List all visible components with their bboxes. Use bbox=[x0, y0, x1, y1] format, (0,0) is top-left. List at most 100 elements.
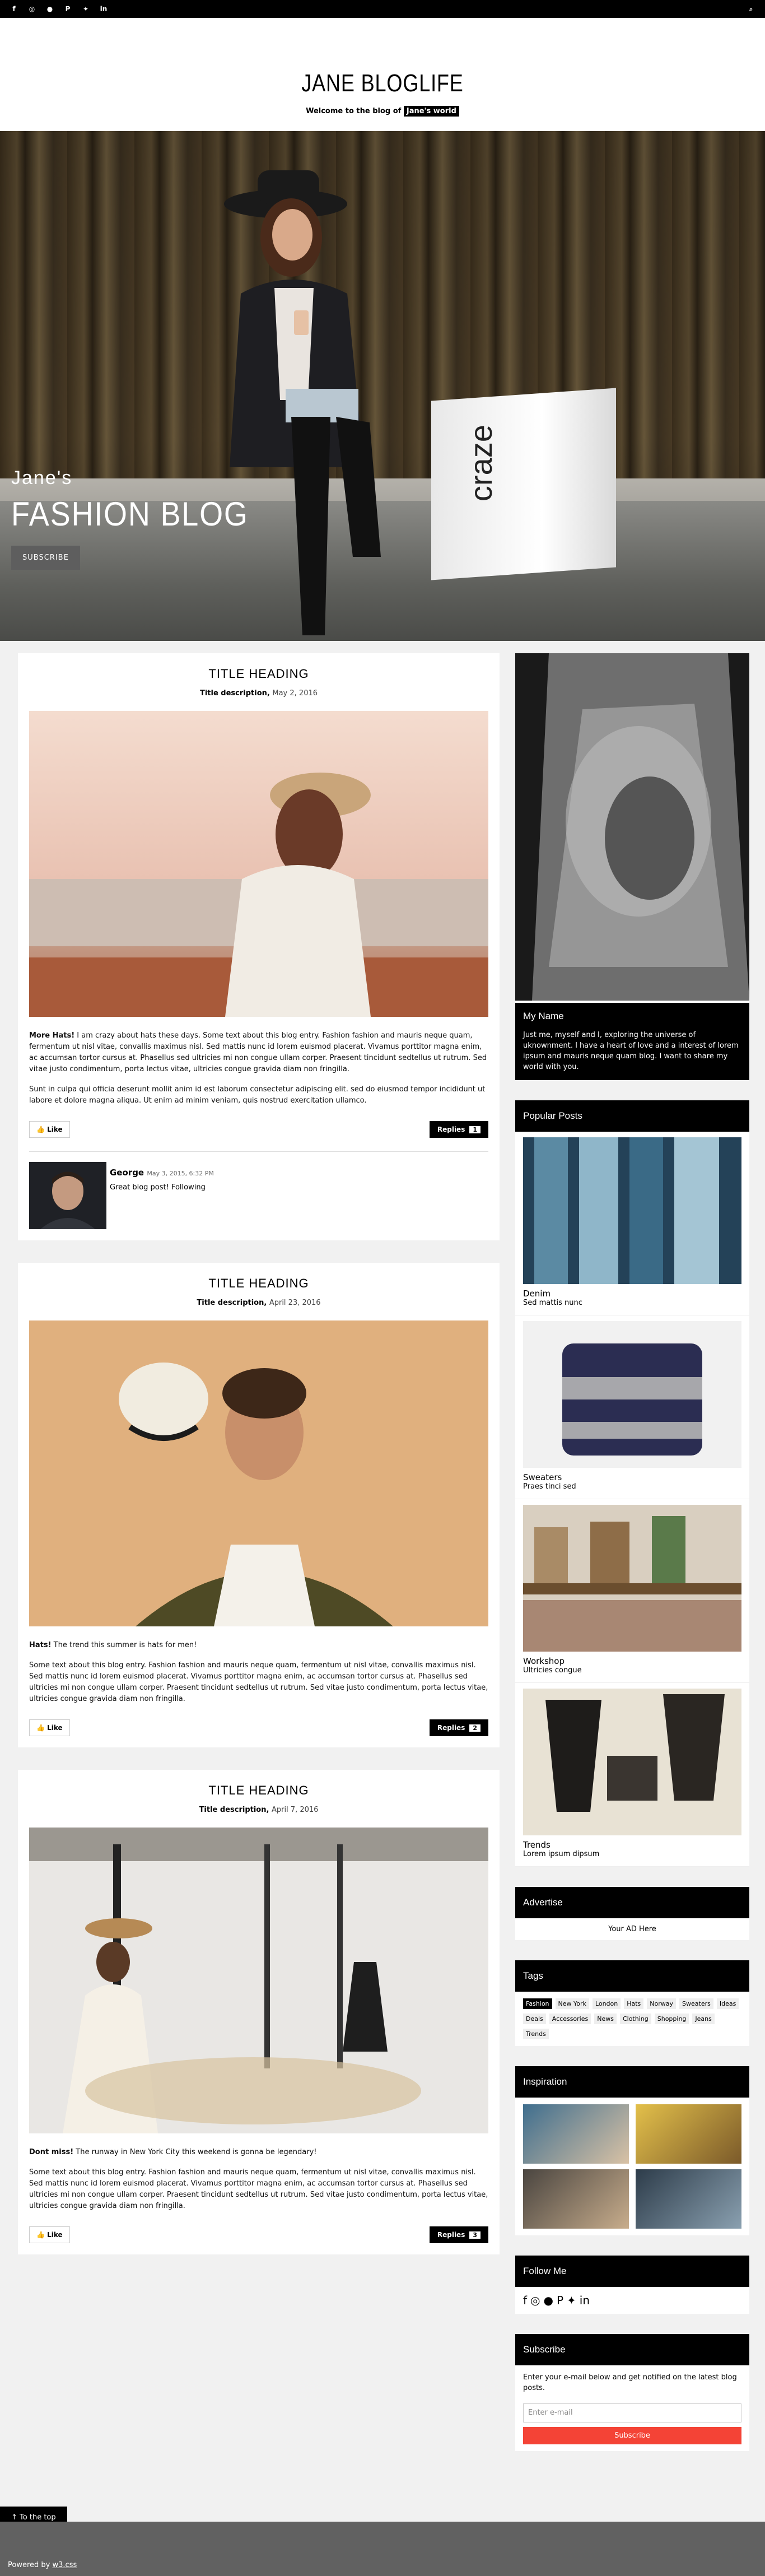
instagram-icon[interactable]: ◎ bbox=[26, 3, 38, 15]
like-button[interactable]: 👍 Like bbox=[29, 1121, 70, 1138]
footer: Powered by w3.css bbox=[0, 2522, 765, 2576]
pinterest-icon[interactable]: P bbox=[557, 2294, 563, 2307]
like-button[interactable]: 👍 Like bbox=[29, 2226, 70, 2243]
post-title: TITLE HEADING bbox=[208, 667, 309, 681]
powered-by: Powered by w3.css bbox=[8, 2561, 77, 2569]
facebook-icon[interactable]: f bbox=[8, 3, 20, 15]
thumbs-up-icon: 👍 bbox=[36, 1126, 45, 1133]
subscribe-body: Enter your e-mail below and get notified… bbox=[515, 2365, 749, 2451]
popular-post-title: Sweaters bbox=[523, 1472, 562, 1482]
advertise-widget: Advertise Your AD Here bbox=[515, 1887, 749, 1940]
inspiration-image[interactable] bbox=[636, 2169, 741, 2229]
post-title: TITLE HEADING bbox=[208, 1783, 309, 1797]
powered-by-link[interactable]: w3.css bbox=[53, 2561, 77, 2569]
comment-text: Great blog post! Following bbox=[110, 1183, 206, 1192]
follow-icons: f ◎ ● P ✦ in bbox=[515, 2287, 749, 2314]
pinterest-icon[interactable]: P bbox=[62, 3, 74, 15]
inspiration-image[interactable] bbox=[636, 2104, 741, 2164]
post-actions: 👍 Like Replies 2 bbox=[29, 1719, 488, 1736]
replies-button[interactable]: Replies 1 bbox=[429, 1121, 488, 1138]
popular-posts-widget: Popular Posts Denim Sed mattis nunc Swea… bbox=[515, 1100, 749, 1867]
popular-post-item[interactable]: Trends Lorem ipsum dipsum bbox=[515, 1683, 749, 1867]
hero-small-title: Jane's bbox=[11, 467, 73, 489]
like-button[interactable]: 👍 Like bbox=[29, 1719, 70, 1736]
replies-label: Replies bbox=[437, 1724, 465, 1732]
trends-image bbox=[523, 1689, 741, 1835]
tag[interactable]: Norway bbox=[647, 1998, 677, 2009]
post-image-runway bbox=[29, 1828, 488, 2133]
inspiration-image[interactable] bbox=[523, 2104, 629, 2164]
tag[interactable]: Accessories bbox=[549, 2014, 591, 2024]
hero-big-title: FASHION BLOG bbox=[11, 495, 249, 533]
follow-title: Follow Me bbox=[515, 2256, 749, 2287]
tag[interactable]: Jeans bbox=[692, 2014, 715, 2024]
twitter-icon[interactable]: ✦ bbox=[567, 2294, 576, 2307]
tag[interactable]: Fashion bbox=[523, 1998, 552, 2009]
workshop-image bbox=[523, 1505, 741, 1652]
popular-post-item[interactable]: Workshop Ultricies congue bbox=[515, 1499, 749, 1683]
site-header: JANE BLOGLIFE Welcome to the blog of Jan… bbox=[0, 18, 765, 131]
tag[interactable]: News bbox=[594, 2014, 617, 2024]
post-actions: 👍 Like Replies 1 bbox=[29, 1121, 488, 1138]
post-text-body: Some text about this blog entry. Fashion… bbox=[29, 1661, 488, 1703]
tag[interactable]: Deals bbox=[523, 2014, 546, 2024]
tag[interactable]: Trends bbox=[523, 2029, 549, 2039]
post-lead: More Hats! bbox=[29, 1031, 75, 1040]
welcome-tag: Jane's world bbox=[403, 106, 459, 117]
post-text-2: Sunt in culpa qui officia deserunt molli… bbox=[29, 1085, 486, 1105]
popular-post-sub: Praes tinci sed bbox=[523, 1482, 576, 1491]
linkedin-icon[interactable]: in bbox=[97, 3, 110, 15]
tag[interactable]: Ideas bbox=[716, 1998, 739, 2009]
tag[interactable]: Hats bbox=[624, 1998, 644, 2009]
post-text: More Hats! I am crazy about hats these d… bbox=[29, 1030, 488, 1075]
replies-button[interactable]: Replies 2 bbox=[429, 1719, 488, 1736]
about-me-title: My Name bbox=[523, 1011, 564, 1021]
blog-post: TITLE HEADING Title description, April 7… bbox=[18, 1770, 500, 2254]
popular-post-item[interactable]: Sweaters Praes tinci sed bbox=[515, 1315, 749, 1499]
to-the-top-label: To the top bbox=[20, 2513, 56, 2522]
tag[interactable]: Sweaters bbox=[679, 1998, 713, 2009]
tag[interactable]: New York bbox=[555, 1998, 589, 2009]
popular-posts-title: Popular Posts bbox=[515, 1100, 749, 1132]
tags-widget: Tags Fashion New York London Hats Norway… bbox=[515, 1960, 749, 2046]
commenter-avatar bbox=[29, 1162, 106, 1229]
post-text-body: Some text about this blog entry. Fashion… bbox=[29, 2168, 488, 2210]
post-date: April 23, 2016 bbox=[269, 1299, 321, 1307]
search-icon[interactable]: ⌕ bbox=[745, 3, 757, 15]
like-label: Like bbox=[47, 2231, 63, 2239]
popular-post-title: Denim bbox=[523, 1289, 551, 1299]
popular-post-sub: Sed mattis nunc bbox=[523, 1299, 582, 1307]
snapchat-icon[interactable]: ● bbox=[44, 3, 56, 15]
snapchat-icon[interactable]: ● bbox=[544, 2294, 553, 2307]
advertise-text[interactable]: Your AD Here bbox=[515, 1918, 749, 1940]
social-links: f ◎ ● P ✦ in bbox=[8, 3, 110, 15]
popular-post-title: Trends bbox=[523, 1840, 551, 1850]
tag[interactable]: London bbox=[592, 1998, 621, 2009]
tag[interactable]: Shopping bbox=[654, 2014, 689, 2024]
hero-subscribe-button[interactable]: SUBSCRIBE bbox=[11, 546, 80, 570]
inspiration-image[interactable] bbox=[523, 2169, 629, 2229]
post-lead-rest: The runway in New York City this weekend… bbox=[73, 2148, 317, 2156]
tag[interactable]: Clothing bbox=[619, 2014, 651, 2024]
about-me-text: Just me, myself and I, exploring the uni… bbox=[523, 1031, 739, 1071]
about-me-panel: My Name Just me, myself and I, exploring… bbox=[515, 1003, 749, 1080]
linkedin-icon[interactable]: in bbox=[580, 2294, 590, 2307]
post-desc-label: Title description, bbox=[197, 1299, 267, 1307]
instagram-icon[interactable]: ◎ bbox=[530, 2294, 540, 2307]
twitter-icon[interactable]: ✦ bbox=[80, 3, 92, 15]
replies-button[interactable]: Replies 3 bbox=[429, 2226, 488, 2243]
blog-posts: TITLE HEADING Title description, May 2, … bbox=[18, 653, 500, 2471]
post-date: April 7, 2016 bbox=[271, 1806, 319, 1814]
email-field[interactable]: Enter e-mail bbox=[523, 2403, 741, 2422]
popular-post-item[interactable]: Denim Sed mattis nunc bbox=[515, 1132, 749, 1315]
about-me-widget: My Name Just me, myself and I, exploring… bbox=[515, 653, 749, 1080]
about-me-photo bbox=[515, 653, 749, 1001]
replies-label: Replies bbox=[437, 1126, 465, 1133]
hero-caption: Jane's FASHION BLOG SUBSCRIBE bbox=[11, 467, 275, 570]
arrow-up-icon: ↑ bbox=[11, 2513, 17, 2522]
facebook-icon[interactable]: f bbox=[523, 2294, 527, 2307]
comment-body: George May 3, 2015, 6:32 PM Great blog p… bbox=[110, 1162, 214, 1229]
subscribe-button[interactable]: Subscribe bbox=[523, 2427, 741, 2444]
content-area: TITLE HEADING Title description, May 2, … bbox=[0, 641, 765, 2471]
site-title: JANE BLOGLIFE bbox=[301, 69, 464, 97]
